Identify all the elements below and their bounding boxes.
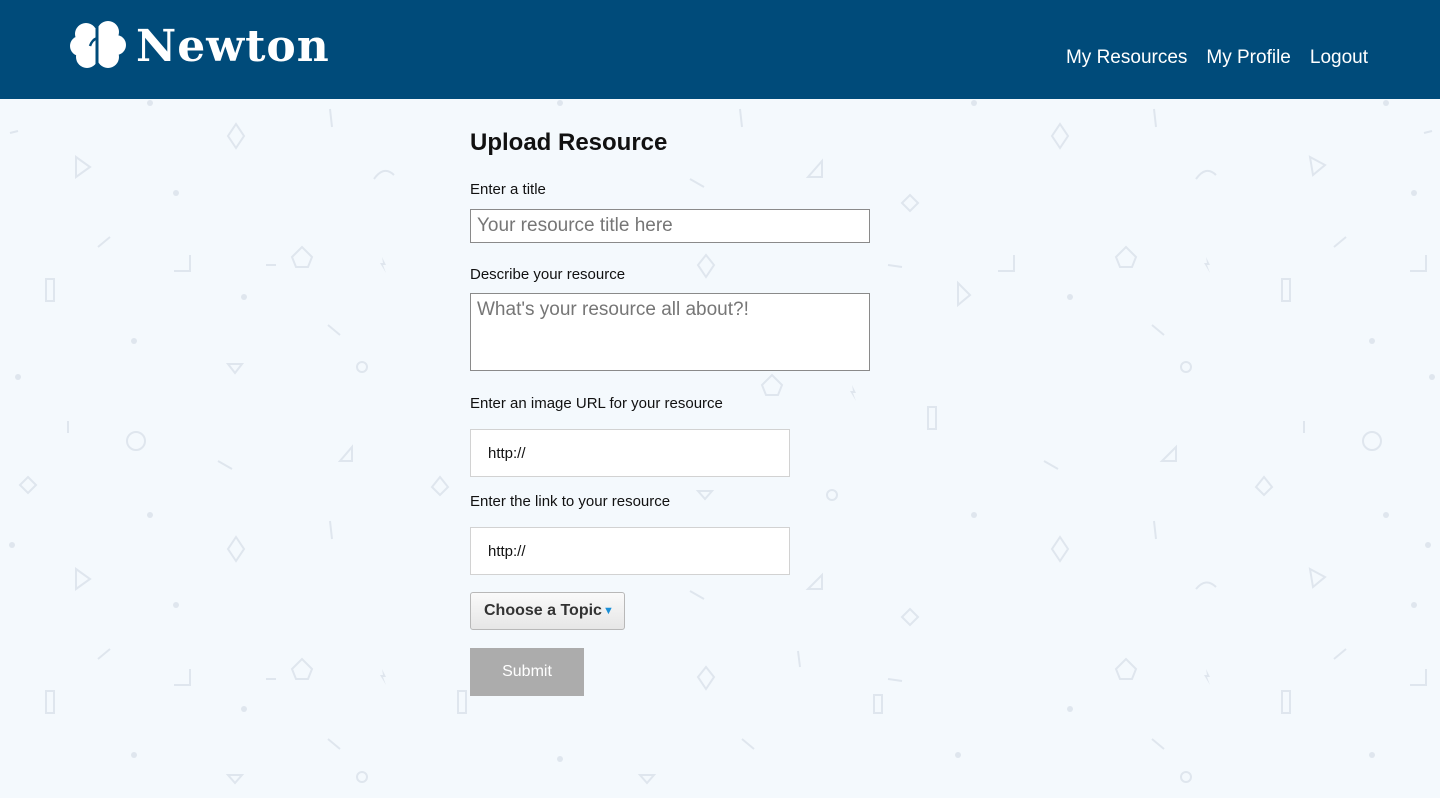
caret-down-icon: ▼: [602, 605, 614, 617]
nav-my-profile[interactable]: My Profile: [1206, 47, 1290, 69]
page-title: Upload Resource: [470, 129, 668, 156]
submit-button[interactable]: Submit: [470, 648, 584, 696]
main-nav: My Resources My Profile Logout: [1066, 47, 1368, 69]
resource-link-input[interactable]: [470, 527, 790, 575]
description-input[interactable]: [470, 293, 870, 371]
title-label: Enter a title: [470, 181, 546, 198]
resource-link-label: Enter the link to your resource: [470, 493, 671, 510]
nav-my-resources[interactable]: My Resources: [1066, 47, 1187, 69]
description-label: Describe your resource: [470, 266, 626, 283]
header: Newton My Resources My Profile Logout: [0, 0, 1440, 99]
image-url-input[interactable]: [470, 429, 790, 477]
image-url-label: Enter an image URL for your resource: [470, 395, 723, 412]
choose-topic-label: Choose a Topic: [484, 602, 602, 619]
title-input[interactable]: [470, 209, 870, 243]
nav-logout[interactable]: Logout: [1310, 47, 1368, 69]
logo[interactable]: Newton: [70, 18, 330, 75]
brain-icon: [70, 18, 126, 75]
choose-topic-dropdown[interactable]: Choose a Topic ▼: [470, 592, 625, 630]
brand-name: Newton: [136, 21, 330, 72]
